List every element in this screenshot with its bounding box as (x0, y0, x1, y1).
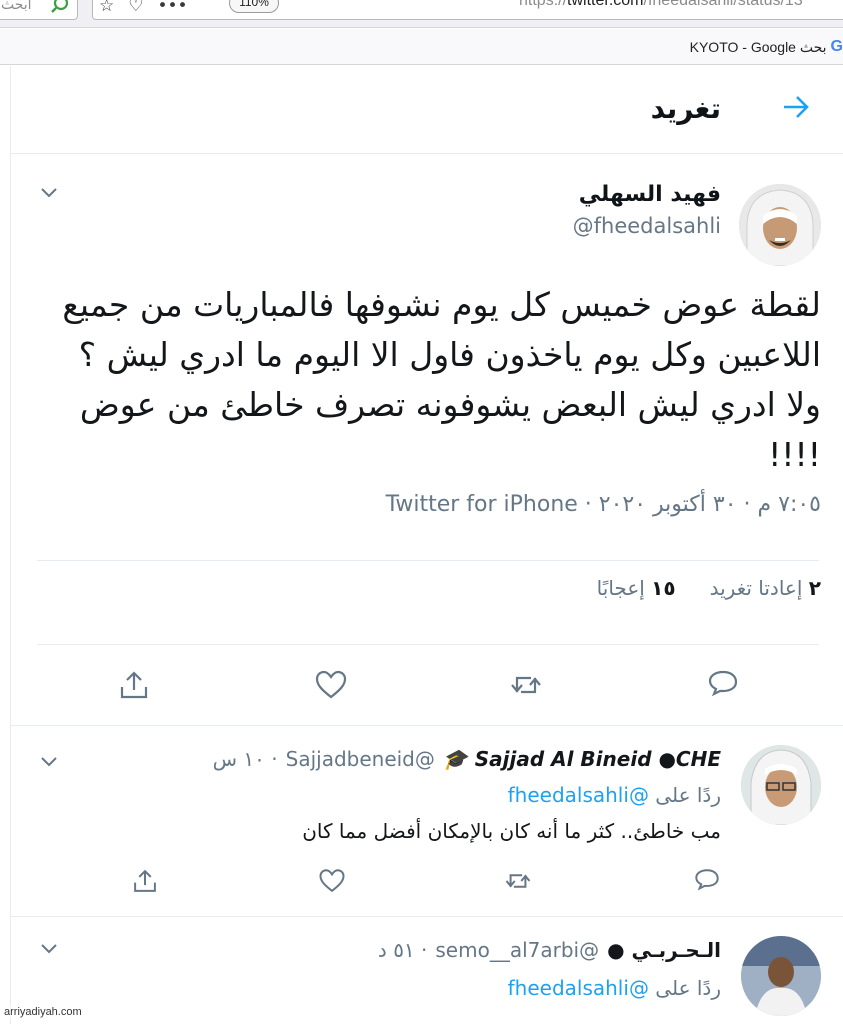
address-bar[interactable]: ☆ ♡ ••• 110% https://twitter.com/fheedal… (92, 0, 843, 20)
avatar-image (741, 745, 821, 825)
likes-count: ١٥ (651, 576, 676, 600)
page-header: تغريد (11, 66, 843, 154)
divider (37, 560, 819, 561)
share-icon[interactable] (131, 867, 159, 895)
reply-to-prefix: ردًا على (655, 783, 721, 807)
reply-text: مب خاطئ.. كثر ما أنه كان بالإمكان أفضل م… (302, 819, 721, 843)
bookmark-kyoto[interactable]: KYOTO - Google بحث G (690, 38, 843, 56)
reply-icon[interactable] (693, 867, 721, 895)
chevron-down-icon[interactable] (39, 942, 59, 956)
reply-tweet: الـحـربـي ● @semo__al7arbi · ٥١ د ردًا ع… (11, 918, 843, 1024)
reply-display-name[interactable]: الـحـربـي ● (607, 938, 721, 962)
browser-toolbar: ابحث ☆ ♡ ••• 110% https://twitter.com/fh… (0, 0, 843, 28)
star-icon[interactable]: ☆ (99, 0, 114, 15)
main-tweet: فهيد السهلي @fheedalsahli لقطة عوض خميس … (11, 154, 843, 726)
watermark: arriyadiyah.com (4, 1006, 82, 1018)
google-icon: G (830, 38, 843, 55)
reply-header: Sajjad Al Bineid ●CHE 🎓 @Sajjadbeneid · … (213, 747, 721, 771)
zoom-level[interactable]: 110% (229, 0, 279, 13)
reply-tweet: Sajjad Al Bineid ●CHE 🎓 @Sajjadbeneid · … (11, 727, 843, 917)
likes-stat[interactable]: ١٥ إعجابًا (597, 576, 676, 600)
page-title: تغريد (650, 92, 721, 125)
tweet-text: لقطة عوض خميس كل يوم نشوفها فالمباريات م… (62, 285, 821, 474)
avatar-image (741, 936, 821, 1016)
bookmarks-bar: KYOTO - Google بحث G (0, 29, 843, 65)
like-heart-icon[interactable] (318, 867, 346, 895)
retweet-icon[interactable] (504, 867, 532, 895)
search-icon[interactable] (49, 0, 71, 16)
chevron-down-icon[interactable] (39, 186, 59, 200)
reply-time[interactable]: · ٥١ د (378, 938, 427, 962)
back-arrow-icon[interactable] (781, 92, 811, 122)
url-domain: twitter.com (567, 0, 644, 9)
avatar-image (739, 184, 821, 266)
url-text[interactable]: https://twitter.com/fheedalsahli/status/… (519, 0, 803, 10)
reply-to-line: ردًا على @fheedalsahli (508, 976, 721, 1000)
likes-label: إعجابًا (596, 576, 645, 600)
tweet-stats: ٢ إعادتا تغريد ١٥ إعجابًا (597, 576, 821, 600)
twitter-column: تغريد فهيد السهلي @fheedalsahli لقطة عوض… (10, 66, 843, 1024)
divider (37, 644, 819, 645)
pocket-icon[interactable]: ♡ (128, 0, 143, 15)
reply-to-prefix: ردًا على (655, 976, 721, 1000)
avatar[interactable] (741, 745, 821, 825)
reply-to-link[interactable]: @fheedalsahli (508, 976, 649, 1000)
reply-display-name[interactable]: Sajjad Al Bineid ●CHE 🎓 (443, 747, 721, 771)
like-heart-icon[interactable] (314, 668, 348, 702)
reply-to-link[interactable]: @fheedalsahli (508, 783, 649, 807)
share-icon[interactable] (117, 668, 151, 702)
user-handle[interactable]: @fheedalsahli (573, 214, 721, 238)
more-icon[interactable]: ••• (158, 0, 188, 15)
retweets-stat[interactable]: ٢ إعادتا تغريد (710, 576, 821, 600)
reply-icon[interactable] (706, 668, 740, 702)
avatar[interactable] (741, 936, 821, 1016)
retweet-icon[interactable] (509, 668, 543, 702)
chevron-down-icon[interactable] (39, 755, 59, 769)
browser-search-box[interactable]: ابحث (0, 0, 78, 20)
url-path: /fheedalsahli/status/13 (643, 0, 803, 9)
reply-handle[interactable]: @Sajjadbeneid (286, 747, 435, 771)
tweet-timestamp[interactable]: ٧:٠٥ م · ٣٠ أكتوبر ٢٠٢٠ · Twitter for iP… (386, 492, 821, 517)
retweets-count: ٢ (808, 576, 821, 600)
display-name[interactable]: فهيد السهلي (579, 182, 721, 207)
bookmark-label: KYOTO - Google بحث (689, 38, 827, 55)
url-prefix: https:// (519, 0, 568, 9)
reply-time[interactable]: · ١٠ س (213, 747, 278, 771)
browser-search-placeholder: ابحث (1, 0, 32, 13)
avatar[interactable] (739, 184, 821, 266)
tweet-actions (11, 668, 843, 708)
retweets-label: إعادتا تغريد (709, 576, 803, 600)
reply-handle[interactable]: @semo__al7arbi (435, 938, 599, 962)
reply-header: الـحـربـي ● @semo__al7arbi · ٥١ د (378, 938, 721, 962)
reply-actions (11, 867, 843, 897)
reply-to-line: ردًا على @fheedalsahli (508, 783, 721, 807)
